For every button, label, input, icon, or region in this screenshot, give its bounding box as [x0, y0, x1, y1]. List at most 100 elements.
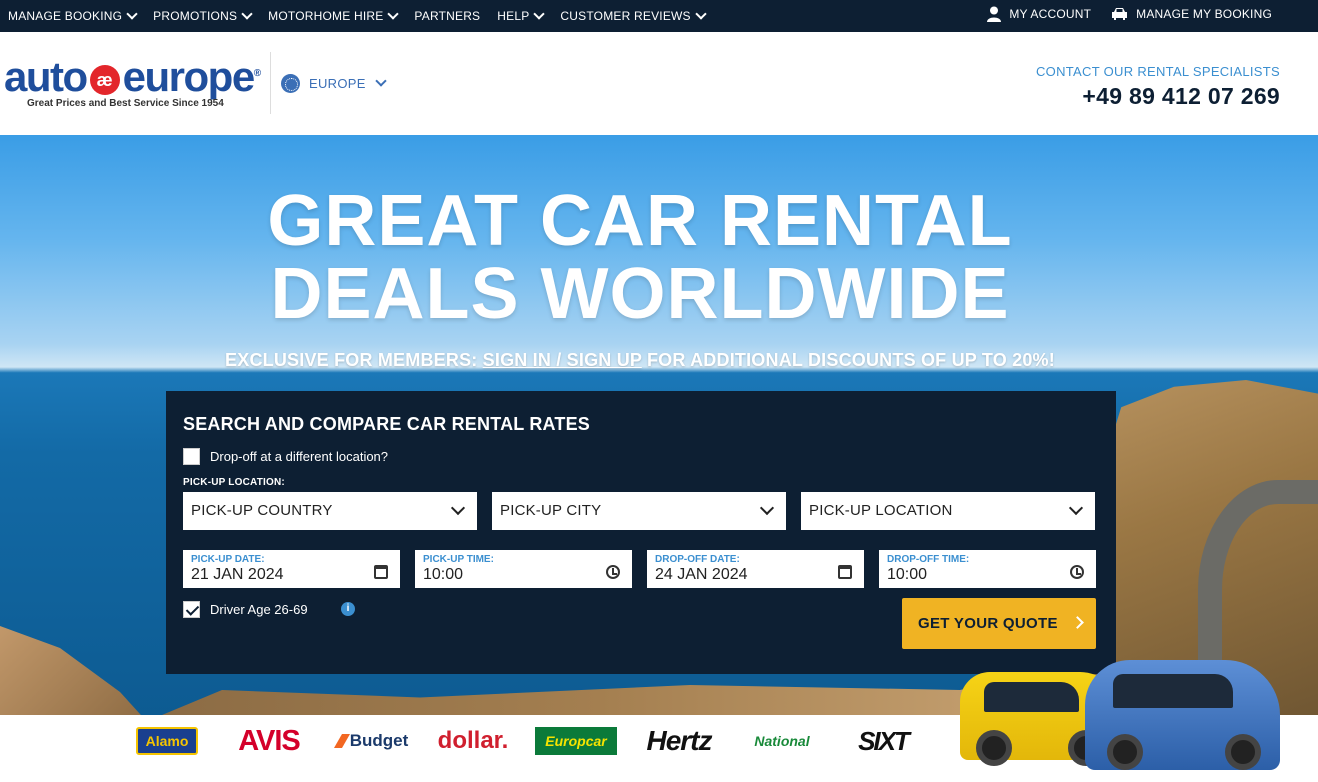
chevron-down-icon [695, 8, 707, 20]
region-label: EUROPE [309, 76, 366, 91]
info-icon[interactable]: i [341, 602, 355, 616]
logo-text-europe: europe [122, 53, 256, 100]
region-selector[interactable]: EUROPE [281, 74, 387, 93]
blue-car-image [1085, 660, 1280, 770]
manage-my-booking-link[interactable]: MANAGE MY BOOKING [1111, 7, 1272, 21]
my-account-label: MY ACCOUNT [1009, 7, 1092, 21]
clock-icon [1070, 565, 1084, 579]
nav-label: PARTNERS [414, 9, 481, 23]
brand-logo-europcar: Europcar [535, 727, 617, 755]
chevron-down-icon [533, 8, 546, 20]
dropoff-different-label: Drop-off at a different location? [210, 449, 389, 464]
hero-title: GREAT CAR RENTAL DEALS WORLDWIDE [0, 185, 1280, 331]
hero-ground [150, 670, 1050, 715]
logo-text-auto: auto [4, 53, 88, 100]
nav-manage-booking[interactable]: MANAGE BOOKING [8, 8, 138, 23]
members-suffix: FOR ADDITIONAL DISCOUNTS OF UP TO 20%! [646, 350, 1055, 370]
contact-label: CONTACT OUR RENTAL SPECIALISTS [1035, 64, 1280, 79]
dropoff-date-label: DROP-OFF DATE: [655, 554, 740, 565]
pickup-city-value: PICK-UP CITY [500, 502, 602, 519]
nav-promotions[interactable]: PROMOTIONS [153, 8, 253, 23]
hero-title-line-2: DEALS WORLDWIDE [270, 254, 1010, 334]
brand-logo-avis: AVIS [238, 724, 301, 757]
car-icon [1112, 8, 1128, 20]
chevron-down-icon [126, 8, 138, 20]
chevron-down-icon [450, 500, 466, 516]
driver-age-checkbox[interactable] [183, 601, 200, 618]
calendar-icon [374, 565, 388, 579]
chevron-down-icon [241, 8, 253, 20]
pickup-location-value: PICK-UP LOCATION [809, 502, 953, 519]
user-icon [987, 6, 1002, 22]
chevron-down-icon [1068, 500, 1084, 516]
manage-my-booking-label: MANAGE MY BOOKING [1136, 7, 1272, 21]
nav-label: HELP [497, 9, 530, 23]
pickup-location-select[interactable]: PICK-UP LOCATION [801, 492, 1095, 530]
logo-wordmark: auto æ europe ® [4, 56, 264, 98]
pickup-date-value: 21 JAN 2024 [191, 566, 284, 583]
chevron-right-icon [1071, 616, 1084, 629]
dropoff-time-label: DROP-OFF TIME: [887, 554, 970, 565]
site-header: auto æ europe ® Great Prices and Best Se… [0, 32, 1318, 135]
calendar-icon [838, 565, 852, 579]
pickup-country-value: PICK-UP COUNTRY [191, 502, 333, 519]
dropoff-date-value: 24 JAN 2024 [655, 566, 748, 583]
pickup-time-field[interactable]: PICK-UP TIME: 10:00 [415, 550, 632, 588]
pickup-time-value: 10:00 [423, 566, 464, 583]
get-your-quote-button[interactable]: GET YOUR QUOTE [902, 598, 1096, 649]
hero-title-line-1: GREAT CAR RENTAL [267, 181, 1013, 261]
car-window [984, 682, 1079, 712]
contact-block: CONTACT OUR RENTAL SPECIALISTS +49 89 41… [1036, 64, 1280, 110]
car-wheel [1107, 734, 1143, 770]
hero-cliff-left [0, 626, 150, 715]
pickup-time-label: PICK-UP TIME: [423, 554, 494, 565]
pickup-location-label: PICK-UP LOCATION: [183, 477, 285, 488]
registered-mark: ® [253, 68, 262, 79]
driver-age-label: Driver Age 26-69 [210, 602, 308, 617]
dropoff-date-field[interactable]: DROP-OFF DATE: 24 JAN 2024 [647, 550, 864, 588]
dropoff-different-checkbox[interactable] [183, 448, 200, 465]
pickup-date-field[interactable]: PICK-UP DATE: 21 JAN 2024 [183, 550, 400, 588]
pickup-city-select[interactable]: PICK-UP CITY [492, 492, 786, 530]
brand-logo-budget: Budget [330, 727, 412, 755]
nav-label: MANAGE BOOKING [8, 9, 123, 23]
car-window [1113, 674, 1233, 708]
my-account-link[interactable]: MY ACCOUNT [987, 6, 1091, 22]
car-wheel [1225, 734, 1261, 770]
hero-banner: GREAT CAR RENTAL DEALS WORLDWIDE EXCLUSI… [0, 135, 1318, 715]
header-divider [270, 52, 271, 114]
pickup-date-label: PICK-UP DATE: [191, 554, 265, 565]
nav-partners[interactable]: PARTNERS [414, 9, 480, 23]
globe-icon [281, 74, 300, 93]
chevron-down-icon [387, 8, 400, 20]
top-nav: MANAGE BOOKING PROMOTIONS MOTORHOME HIRE… [0, 0, 1318, 32]
search-title: SEARCH AND COMPARE CAR RENTAL RATES [183, 414, 591, 434]
nav-customer-reviews[interactable]: CUSTOMER REVIEWS [560, 8, 707, 23]
chevron-down-icon [375, 75, 387, 87]
brand-logo-hertz: Hertz [646, 725, 712, 756]
dropoff-time-field[interactable]: DROP-OFF TIME: 10:00 [879, 550, 1096, 588]
nav-label: CUSTOMER REVIEWS [560, 9, 691, 23]
contact-phone[interactable]: +49 89 412 07 269 [1036, 83, 1280, 110]
chevron-down-icon [759, 500, 775, 516]
clock-icon [606, 565, 620, 579]
nav-motorhome-hire[interactable]: MOTORHOME HIRE [268, 8, 400, 23]
nav-label: MOTORHOME HIRE [268, 9, 384, 23]
auto-europe-logo[interactable]: auto æ europe ® Great Prices and Best Se… [4, 56, 264, 116]
sign-in-sign-up-link[interactable]: SIGN IN / SIGN UP [483, 350, 642, 370]
members-banner: EXCLUSIVE FOR MEMBERS: SIGN IN / SIGN UP… [0, 350, 1280, 371]
brand-logo-sixt: SIXT [858, 725, 910, 756]
logo-ae-mark: æ [89, 65, 120, 95]
budget-swoosh-icon [333, 734, 350, 748]
car-wheel [976, 730, 1012, 766]
brand-logo-national: National [754, 733, 810, 749]
brand-logo-dollar: dollar. [437, 727, 509, 754]
members-prefix: EXCLUSIVE FOR MEMBERS: [225, 350, 478, 370]
brand-logo-alamo: Alamo [136, 727, 198, 755]
nav-help[interactable]: HELP [497, 8, 546, 23]
brand-logo-budget-text: Budget [349, 731, 409, 750]
quote-button-label: GET YOUR QUOTE [918, 615, 1058, 632]
pickup-country-select[interactable]: PICK-UP COUNTRY [183, 492, 477, 530]
search-form: SEARCH AND COMPARE CAR RENTAL RATES Drop… [166, 391, 1116, 674]
dropoff-time-value: 10:00 [887, 566, 928, 583]
